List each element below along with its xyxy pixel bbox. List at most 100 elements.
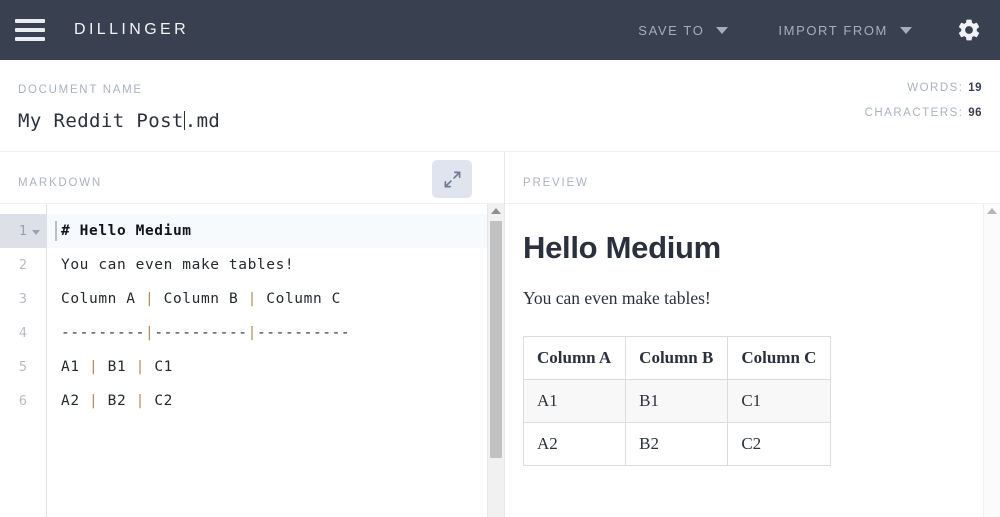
- code-token-text: Column C: [257, 291, 341, 307]
- preview-pane-title: PREVIEW: [523, 177, 589, 189]
- document-name-text-after-caret: .md: [185, 110, 221, 132]
- code-fold-triangle-icon[interactable]: [32, 230, 40, 235]
- preview-heading: Hello Medium: [523, 230, 960, 266]
- preview-paragraph: You can even make tables!: [523, 288, 960, 309]
- preview-content: Hello Medium You can even make tables! C…: [505, 204, 1000, 517]
- line-number-4: 4: [0, 316, 46, 350]
- code-token-pipe: |: [248, 291, 257, 307]
- code-token-pipe: |: [136, 359, 145, 375]
- code-token-pipe: |: [145, 325, 154, 341]
- markdown-editor[interactable]: 1 2 3 4 5 6 # Hello Medium You can even make t…: [0, 204, 504, 517]
- import-from-menu-button[interactable]: IMPORT FROM: [778, 15, 912, 46]
- code-token-text: ----------: [257, 325, 350, 341]
- code-line-1[interactable]: # Hello Medium: [47, 214, 504, 248]
- code-token-pipe: |: [145, 291, 154, 307]
- table-header-row: Column AColumn BColumn C: [524, 337, 831, 380]
- chevron-down-icon: [900, 27, 912, 34]
- scroll-up-arrow-icon[interactable]: [491, 208, 501, 214]
- gear-icon: [956, 17, 982, 43]
- code-token-pipe: |: [248, 325, 257, 341]
- code-token-text: C2: [145, 393, 173, 409]
- preview-table-body: A1B1C1A2B2C2: [524, 380, 831, 466]
- markdown-scrollbar[interactable]: [487, 204, 504, 517]
- code-token-text: B1: [98, 359, 135, 375]
- document-name-input[interactable]: My Reddit Post .md: [18, 108, 220, 132]
- word-count: WORDS: 19: [865, 82, 982, 94]
- preview-table-head: Column AColumn BColumn C: [524, 337, 831, 380]
- document-stats: WORDS: 19 CHARACTERS: 96: [865, 82, 982, 132]
- app-header: DILLINGER SAVE TO IMPORT FROM: [0, 0, 1000, 60]
- line-number-text: 3: [19, 291, 27, 307]
- table-column-header: Column B: [626, 337, 728, 380]
- table-cell: A2: [524, 423, 626, 466]
- code-token-text: ----------: [154, 325, 247, 341]
- line-number-text: 5: [19, 359, 27, 375]
- word-count-label: WORDS:: [907, 82, 963, 94]
- code-line-3[interactable]: Column A | Column B | Column C: [47, 282, 504, 316]
- line-number-6: 6: [0, 384, 46, 418]
- table-column-header: Column C: [728, 337, 831, 380]
- table-cell: B2: [626, 423, 728, 466]
- line-number-text: 4: [19, 325, 27, 341]
- document-name-text-before-caret: My Reddit Post: [18, 110, 184, 132]
- line-number-2: 2: [0, 248, 46, 282]
- import-from-label: IMPORT FROM: [778, 23, 888, 38]
- code-line-4[interactable]: ---------|----------|----------: [47, 316, 504, 350]
- line-number-3: 3: [0, 282, 46, 316]
- settings-button[interactable]: [954, 15, 984, 45]
- editor-preview-panes: MARKDOWN 1 2 3 4 5 6 # Hello Medium You can ev…: [0, 152, 1000, 517]
- code-token-text: C1: [145, 359, 173, 375]
- code-token-text: Column A: [61, 291, 145, 307]
- table-cell: A1: [524, 380, 626, 423]
- code-token-text: Column B: [154, 291, 247, 307]
- table-column-header: Column A: [524, 337, 626, 380]
- table-cell: C1: [728, 380, 831, 423]
- table-row: A1B1C1: [524, 380, 831, 423]
- code-token-text: A1: [61, 359, 89, 375]
- markdown-pane-title: MARKDOWN: [18, 177, 102, 189]
- dillinger-app: DILLINGER SAVE TO IMPORT FROM DOCUMENT N…: [0, 0, 1000, 517]
- chevron-down-icon: [716, 27, 728, 34]
- table-cell: B1: [626, 380, 728, 423]
- table-row: A2B2C2: [524, 423, 831, 466]
- preview-pane-header: PREVIEW: [505, 152, 1000, 204]
- code-line-2[interactable]: You can even make tables!: [47, 248, 504, 282]
- save-to-menu-button[interactable]: SAVE TO: [638, 15, 728, 46]
- header-actions: SAVE TO IMPORT FROM: [638, 0, 1000, 60]
- code-token-head: # Hello Medium: [61, 223, 192, 239]
- scrollbar-thumb[interactable]: [490, 221, 502, 458]
- document-name-label: DOCUMENT NAME: [18, 84, 143, 96]
- code-area[interactable]: # Hello Medium You can even make tables! C…: [47, 204, 504, 517]
- expand-diagonal-arrows-icon: [443, 170, 462, 189]
- character-count-value: 96: [968, 107, 982, 119]
- expand-editor-button[interactable]: [432, 160, 472, 198]
- editor-caret: [55, 221, 57, 241]
- code-line-5[interactable]: A1 | B1 | C1: [47, 350, 504, 384]
- markdown-pane: MARKDOWN 1 2 3 4 5 6 # Hello Medium You can ev…: [0, 152, 505, 517]
- text-cursor: [184, 111, 185, 130]
- scroll-up-arrow-icon[interactable]: [987, 208, 997, 214]
- code-token-text: A2: [61, 393, 89, 409]
- line-number-1: 1: [0, 214, 46, 248]
- code-token-pipe: |: [89, 393, 98, 409]
- code-token-text: You can even make tables!: [61, 257, 294, 273]
- line-number-5: 5: [0, 350, 46, 384]
- markdown-pane-header: MARKDOWN: [0, 152, 504, 204]
- line-number-text: 6: [19, 393, 27, 409]
- line-number-text: 1: [19, 223, 27, 239]
- code-token-pipe: |: [89, 359, 98, 375]
- code-line-6[interactable]: A2 | B2 | C2: [47, 384, 504, 418]
- line-number-gutter: 1 2 3 4 5 6: [0, 204, 47, 517]
- hamburger-menu-icon[interactable]: [15, 19, 45, 41]
- character-count: CHARACTERS: 96: [865, 107, 982, 119]
- table-cell: C2: [728, 423, 831, 466]
- word-count-value: 19: [968, 82, 982, 94]
- save-to-label: SAVE TO: [638, 23, 704, 38]
- code-token-text: ---------: [61, 325, 145, 341]
- code-token-pipe: |: [136, 393, 145, 409]
- preview-scrollbar[interactable]: [983, 204, 1000, 517]
- app-brand-title: DILLINGER: [74, 21, 189, 39]
- preview-table: Column AColumn BColumn C A1B1C1A2B2C2: [523, 336, 831, 466]
- document-name-bar: DOCUMENT NAME My Reddit Post .md WORDS: …: [0, 60, 1000, 152]
- character-count-label: CHARACTERS:: [865, 107, 964, 119]
